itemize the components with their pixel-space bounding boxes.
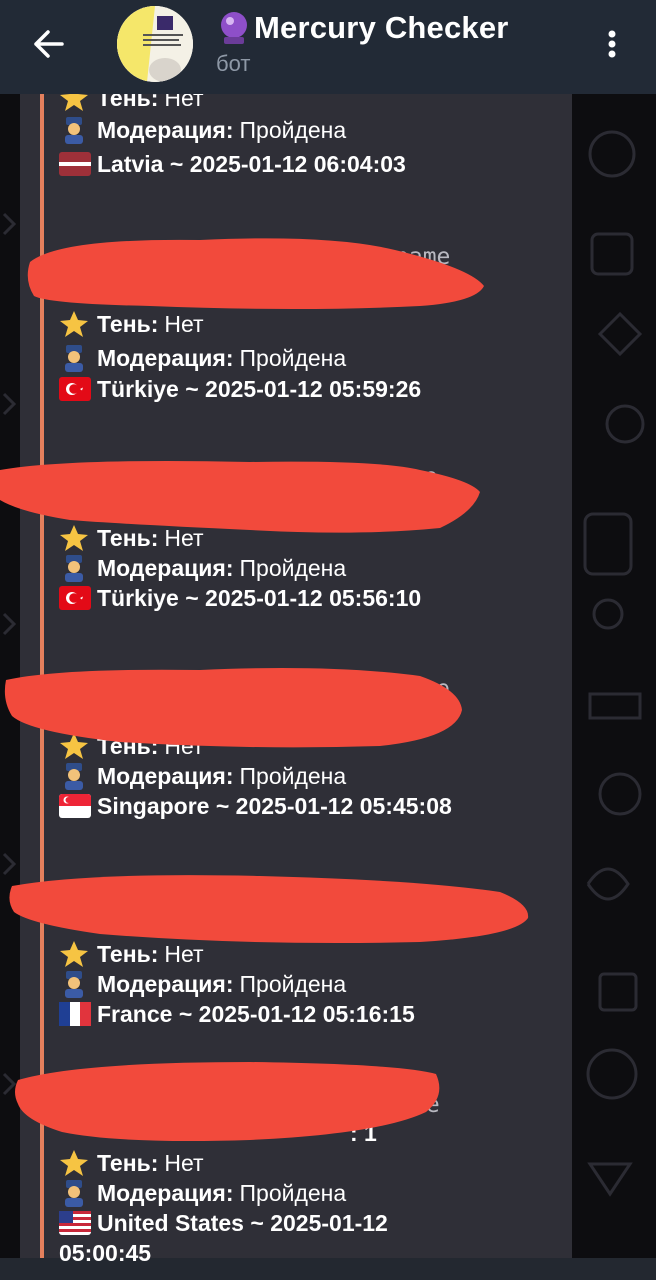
- bot-avatar-image: [117, 6, 193, 82]
- chat-header: Mercury Checker бот: [0, 0, 656, 94]
- redaction-mark-3: [4, 668, 462, 748]
- more-vert-icon: [608, 30, 616, 58]
- more-menu-button[interactable]: [592, 22, 632, 66]
- redaction-marks: [0, 238, 529, 1141]
- chat-title: Mercury Checker: [254, 10, 509, 45]
- redaction-mark-2: [0, 461, 480, 533]
- chat-subtitle: бот: [216, 51, 251, 76]
- redaction-mark-4: [9, 875, 529, 943]
- arrow-left-icon: [34, 30, 64, 58]
- avatar[interactable]: [117, 6, 193, 82]
- back-button[interactable]: [22, 22, 78, 66]
- redaction-mark-5: [15, 1062, 440, 1141]
- crystal-ball-icon: [221, 12, 247, 44]
- redaction-mark-1: [27, 238, 484, 309]
- chat-title-row[interactable]: Mercury Checker: [216, 8, 509, 48]
- chat-screen: Mercury Checker бот Тень: Нет Модерация:…: [0, 0, 656, 1280]
